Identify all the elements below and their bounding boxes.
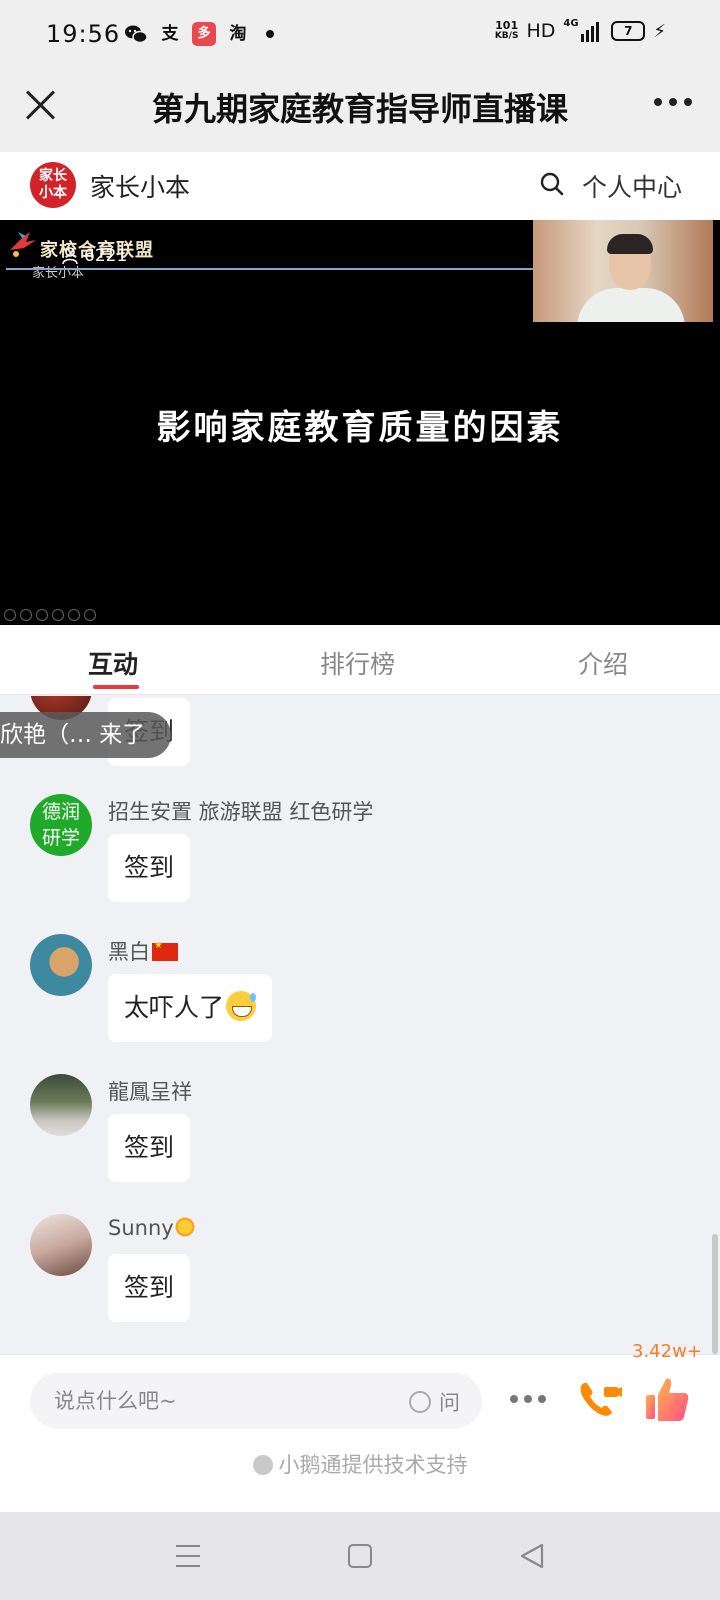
status-time: 19:56 bbox=[46, 20, 121, 48]
video-divider-line bbox=[6, 268, 534, 270]
hd-indicator: HD bbox=[526, 20, 556, 42]
home-icon[interactable] bbox=[348, 1544, 372, 1568]
message-bubble: 太吓人了 bbox=[108, 974, 273, 1042]
input-area: 问 3.42w+ 小鹅通提供技术支持 bbox=[0, 1341, 720, 1512]
avatar[interactable] bbox=[30, 1214, 92, 1276]
message-author[interactable]: 龍鳳呈祥 bbox=[108, 1076, 192, 1106]
message-author[interactable]: 黑白 bbox=[108, 936, 178, 966]
message-bubble: 签到 bbox=[108, 1254, 191, 1322]
status-indicators: 101 KB/S HD 4G 7 ⚡ bbox=[495, 18, 666, 42]
page-title: 第九期家庭教育指导师直播课 bbox=[151, 90, 568, 128]
net-speed-unit: KB/S bbox=[494, 31, 519, 41]
china-flag-icon bbox=[152, 940, 178, 961]
recent-apps-icon[interactable] bbox=[176, 1545, 200, 1567]
ask-label: 问 bbox=[439, 1391, 460, 1415]
live-video-player[interactable]: 家校合育联盟 家长小本 6221 影响家庭教育质量的因素 bbox=[0, 220, 720, 625]
ask-radio-icon[interactable] bbox=[409, 1391, 431, 1413]
signal-icon: 4G bbox=[563, 18, 600, 42]
sweat-smile-emoji-icon bbox=[226, 991, 257, 1021]
pinduoduo-icon: 多 bbox=[192, 22, 216, 46]
personal-center-link[interactable]: 个人中心 bbox=[582, 168, 682, 204]
presenter-hair bbox=[607, 234, 653, 254]
thumbs-up-icon[interactable] bbox=[644, 1375, 690, 1423]
chat-list[interactable]: 签到 德润研学 招生安置 旅游联盟 红色研学 签到 黑白 太吓人了 龍鳳呈祥 签… bbox=[0, 696, 720, 1354]
status-app-icons: 支 多 淘 bbox=[124, 22, 274, 46]
presenter-body bbox=[577, 288, 685, 322]
viewer-count: 6221 bbox=[62, 246, 127, 266]
net-speed: 101 KB/S bbox=[495, 20, 519, 42]
viewer-count-value: 6221 bbox=[84, 246, 128, 266]
sun-emoji-icon bbox=[173, 1216, 196, 1238]
site-header: 家长 小本 家长小本 个人中心 bbox=[0, 152, 720, 220]
message-author[interactable]: 招生安置 旅游联盟 红色研学 bbox=[108, 796, 373, 826]
wechat-icon bbox=[125, 25, 148, 44]
message-bubble: 签到 bbox=[108, 1114, 191, 1182]
notification-dot bbox=[266, 30, 274, 38]
viewer-user-icon bbox=[62, 247, 78, 265]
player-controls[interactable] bbox=[4, 609, 96, 621]
system-nav-bar bbox=[0, 1512, 720, 1600]
taobao-icon: 淘 bbox=[229, 24, 247, 44]
chat-input-box[interactable]: 问 bbox=[30, 1373, 482, 1429]
status-bar: 19:56 支 多 淘 101 KB/S HD 4G 7 ⚡ bbox=[0, 0, 720, 70]
chat-scrollbar[interactable] bbox=[712, 1234, 718, 1354]
brand-bird-icon bbox=[10, 232, 36, 257]
tech-support-footer: 小鹅通提供技术支持 bbox=[0, 1449, 720, 1479]
search-icon[interactable] bbox=[540, 172, 564, 196]
message-author-name: Sunny bbox=[108, 1216, 174, 1240]
avatar[interactable]: 德润研学 bbox=[30, 794, 92, 856]
message-author-name: 黑白 bbox=[108, 940, 150, 964]
charging-icon: ⚡ bbox=[653, 20, 666, 42]
network-type: 4G bbox=[563, 18, 579, 29]
site-name[interactable]: 家长小本 bbox=[90, 168, 190, 204]
tab-interaction[interactable]: 互动 bbox=[88, 645, 138, 681]
support-text: 小鹅通提供技术支持 bbox=[278, 1453, 468, 1477]
ask-question-toggle[interactable]: 问 bbox=[409, 1387, 460, 1417]
more-options-button[interactable] bbox=[654, 98, 692, 106]
phone-call-icon[interactable] bbox=[576, 1377, 622, 1423]
title-bar: 第九期家庭教育指导师直播课 bbox=[0, 70, 720, 152]
presenter-camera[interactable] bbox=[533, 220, 713, 322]
message-bubble: 签到 bbox=[108, 834, 191, 902]
net-speed-value: 101 bbox=[495, 19, 519, 32]
xiaoetong-logo-icon bbox=[252, 1455, 273, 1475]
battery-icon: 7 bbox=[611, 21, 646, 41]
input-more-button[interactable] bbox=[510, 1395, 546, 1403]
avatar[interactable] bbox=[30, 934, 92, 996]
logo-text-line2: 小本 bbox=[39, 185, 67, 201]
tab-active-indicator bbox=[93, 685, 139, 689]
alipay-icon: 支 bbox=[161, 24, 179, 44]
tab-introduction[interactable]: 介绍 bbox=[578, 645, 628, 681]
avatar-text: 德润研学 bbox=[41, 801, 80, 849]
avatar[interactable] bbox=[30, 1074, 92, 1136]
user-entered-toast: 欣艳（… 来了 bbox=[0, 712, 172, 758]
chat-input[interactable] bbox=[54, 1385, 354, 1417]
tab-ranking[interactable]: 排行榜 bbox=[320, 645, 395, 681]
back-icon[interactable] bbox=[518, 1542, 546, 1570]
logo-text-line1: 家长 bbox=[39, 168, 67, 184]
slide-text: 影响家庭教育质量的因素 bbox=[156, 408, 564, 448]
tab-bar: 互动 排行榜 介绍 bbox=[0, 625, 720, 695]
message-text: 太吓人了 bbox=[124, 993, 225, 1022]
like-count: 3.42w+ bbox=[632, 1341, 702, 1362]
message-author[interactable]: Sunny bbox=[108, 1216, 196, 1240]
brand-logo[interactable]: 家长 小本 bbox=[30, 162, 76, 208]
